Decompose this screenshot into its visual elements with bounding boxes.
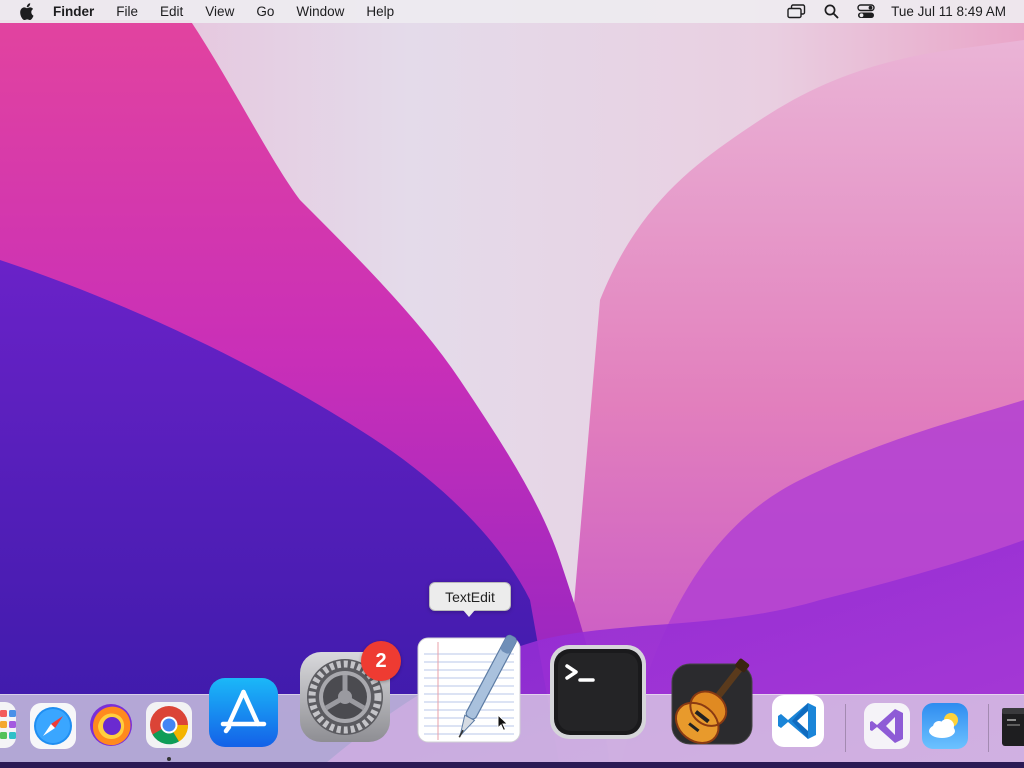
menu-app-finder[interactable]: Finder [53,4,94,19]
menu-bar: Finder File Edit View Go Window Help Tue… [0,0,1024,23]
guitar-icon [671,658,753,745]
launchpad-icon [0,702,16,748]
dock-safari[interactable] [30,703,76,749]
dock-terminal[interactable] [549,644,647,740]
chrome-running-indicator [167,757,171,761]
app-store-icon [209,678,278,747]
menu-view[interactable]: View [205,4,234,19]
dock-weather[interactable] [922,703,968,749]
menu-edit[interactable]: Edit [160,4,183,19]
menu-file[interactable]: File [116,4,138,19]
menu-go[interactable]: Go [256,4,274,19]
dock-vscode[interactable] [772,695,824,747]
dock-separator [845,704,846,752]
apple-logo-icon[interactable] [19,3,35,20]
vscode-icon [772,695,824,747]
control-center-icon[interactable] [857,4,875,19]
weather-icon [922,703,968,749]
dock-visual-studio[interactable] [864,703,910,749]
menu-help[interactable]: Help [366,4,394,19]
dock-launchpad[interactable] [0,702,16,748]
terminal-window-icon [1002,708,1024,746]
dock-garageband[interactable] [670,652,754,748]
screen-mirroring-icon[interactable] [787,4,806,19]
dock-separator-2 [988,704,989,752]
menubar-clock[interactable]: Tue Jul 11 8:49 AM [891,4,1006,19]
dock-tooltip: TextEdit [429,582,511,617]
mouse-cursor-icon [497,714,509,732]
terminal-icon [550,645,646,739]
dock-terminal-window[interactable] [1002,708,1024,746]
notification-badge: 2 [361,641,401,681]
dock-app-store[interactable] [209,678,278,747]
dock-firefox[interactable] [88,702,134,748]
visual-studio-icon [864,703,910,749]
screen-bottom-edge [0,762,1024,768]
chrome-icon [146,702,192,748]
safari-icon [30,703,76,749]
firefox-icon [90,704,132,746]
search-icon[interactable] [824,4,839,19]
menu-window[interactable]: Window [296,4,344,19]
dock-chrome[interactable] [146,702,192,748]
